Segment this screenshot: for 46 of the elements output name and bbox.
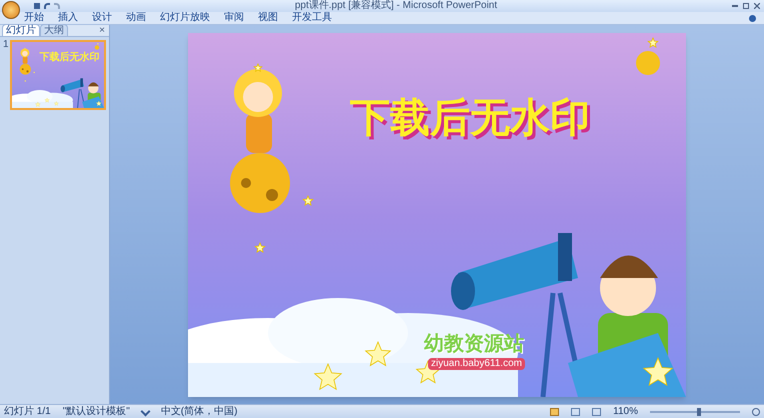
star-icon [302,194,314,206]
slideshow-icon[interactable] [592,408,602,416]
star-icon [314,362,342,390]
zoom-percent: 110% [613,406,638,418]
star-icon [647,36,659,48]
ribbon-tab[interactable]: 视图 [258,12,278,24]
ribbon-tab[interactable]: 幻灯片放映 [160,12,210,24]
normal-view-icon[interactable] [550,408,560,416]
zoom-slider-thumb[interactable] [697,408,702,416]
star-icon [254,241,266,252]
maximize-icon[interactable] [743,3,749,9]
star-icon [96,100,102,106]
fit-window-icon[interactable] [752,408,760,416]
star-icon [54,101,58,106]
ribbon-tab[interactable]: 插入 [58,12,78,24]
logo-url: ziyuan.baby611.com [428,358,525,370]
office-button[interactable] [2,1,20,19]
star-icon [253,62,263,72]
star-icon [642,356,674,386]
ribbon-tab[interactable]: 开发工具 [292,12,332,24]
slide-number: 1 [3,40,9,52]
theme-name: "默认设计模板" [62,406,130,418]
planet-icon [636,50,660,74]
star-icon [34,102,40,107]
star-icon [44,98,50,102]
sorter-view-icon[interactable] [571,408,580,416]
ribbon-tab[interactable]: 审阅 [224,12,244,24]
slide-counter: 幻灯片 1/1 [4,406,51,418]
star-icon [364,340,392,366]
ribbon-tab[interactable]: 动画 [126,12,146,24]
girl-on-moon-drawing [19,48,30,75]
boy-with-telescope-drawing [60,78,104,108]
pane-tab[interactable]: 幻灯片 [2,24,40,36]
slide-title: 下载后无水印 [350,94,590,140]
help-icon[interactable] [749,14,756,22]
close-pane-button[interactable]: × [99,25,105,36]
undo-icon[interactable] [44,3,50,9]
thumbnail-title: 下载后无水印 [40,52,100,63]
close-icon[interactable] [754,3,760,9]
cloud-drawing [12,90,73,108]
pane-tab[interactable]: 大纲 [40,24,68,36]
planet-icon [94,45,99,50]
ribbon-tab[interactable]: 设计 [92,12,112,24]
language: 中文(简体，中国) [160,406,238,418]
star-icon [32,71,35,74]
ribbon-tab[interactable]: 开始 [24,12,44,24]
